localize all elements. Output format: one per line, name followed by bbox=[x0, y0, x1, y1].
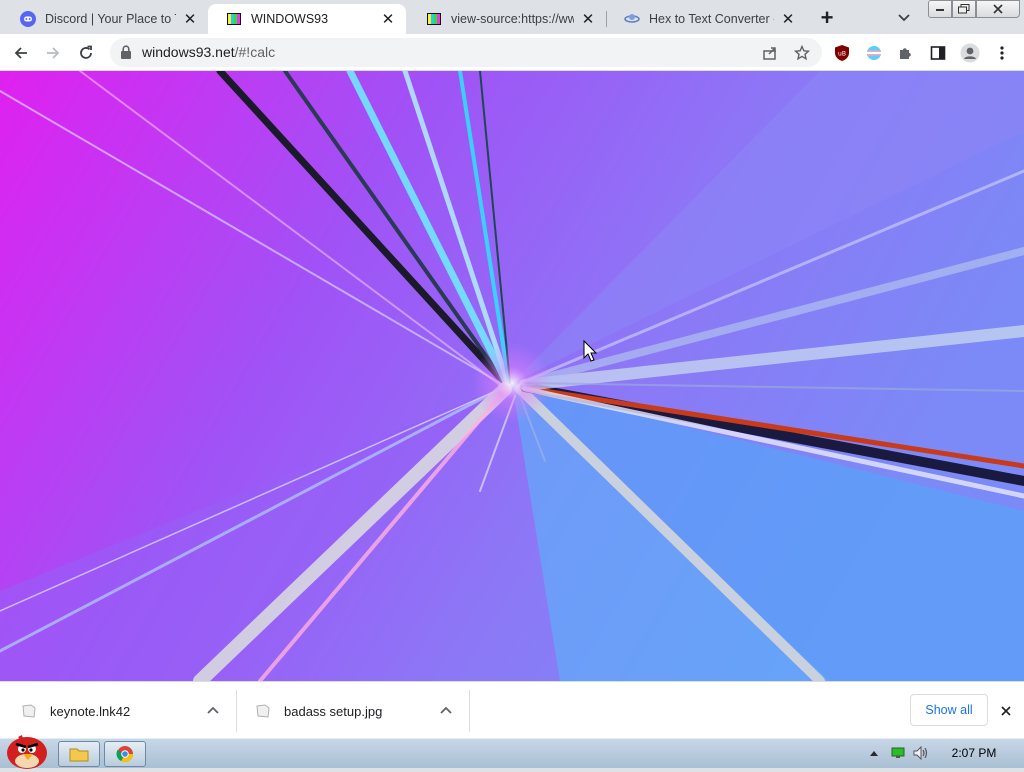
chevron-down-icon bbox=[898, 14, 910, 22]
taskbar: 2:07 PM bbox=[0, 735, 1024, 769]
chevron-up-icon bbox=[207, 706, 219, 714]
hex-converter-icon bbox=[624, 11, 640, 27]
tab-title: Discord | Your Place to Talk and Hang Ou… bbox=[45, 12, 176, 26]
download-options-button[interactable] bbox=[438, 702, 454, 718]
arrow-left-icon bbox=[14, 47, 27, 59]
tab-strip: Discord | Your Place to Talk and Hang Ou… bbox=[0, 0, 1024, 34]
url-text: windows93.net/#!calc bbox=[142, 44, 275, 60]
close-icon[interactable]: ✕ bbox=[182, 11, 198, 27]
back-button[interactable] bbox=[8, 40, 34, 66]
network-icon bbox=[891, 747, 905, 758]
tab-windows93[interactable]: WINDOWS93 ✕ bbox=[208, 4, 406, 34]
puzzle-icon bbox=[900, 48, 911, 59]
close-icon[interactable]: ✕ bbox=[780, 11, 796, 27]
volume-button[interactable] bbox=[912, 746, 930, 760]
close-icon bbox=[993, 4, 1003, 14]
side-panel-button[interactable] bbox=[925, 40, 951, 66]
tab-title: view-source:https://www.windows93.net/ bbox=[451, 12, 574, 26]
show-hidden-icons-button[interactable] bbox=[868, 746, 880, 760]
chrome-icon bbox=[116, 746, 134, 763]
web-page-content[interactable] bbox=[0, 71, 1024, 681]
browser-toolbar: windows93.net/#!calc uB bbox=[0, 34, 1024, 71]
windows93-icon bbox=[426, 11, 442, 27]
svg-text:uB: uB bbox=[838, 51, 846, 58]
folder-icon bbox=[69, 748, 89, 762]
restore-button[interactable] bbox=[952, 0, 976, 18]
download-item[interactable]: badass setup.jpg bbox=[254, 690, 434, 732]
minimize-button[interactable] bbox=[928, 0, 952, 18]
windows93-icon bbox=[226, 11, 242, 27]
download-bar: keynote.lnk42 badass setup.jpg Show all bbox=[0, 681, 1024, 738]
taskbar-chrome-button[interactable] bbox=[104, 741, 146, 767]
file-icon bbox=[254, 703, 272, 719]
chevron-up-icon bbox=[870, 751, 878, 756]
hyperspace-tunnel-graphic[interactable] bbox=[0, 71, 1024, 681]
forward-button[interactable] bbox=[40, 40, 66, 66]
share-icon[interactable] bbox=[760, 43, 780, 63]
close-download-bar-button[interactable] bbox=[996, 701, 1016, 721]
download-item[interactable]: keynote.lnk42 bbox=[20, 690, 220, 732]
ublock-origin-icon: uB bbox=[835, 45, 849, 61]
profile-button[interactable] bbox=[957, 40, 983, 66]
download-filename: keynote.lnk42 bbox=[50, 703, 131, 719]
angry-bird-icon bbox=[7, 735, 47, 769]
file-icon bbox=[20, 703, 38, 719]
tab-search-button[interactable] bbox=[894, 8, 914, 28]
window-close-button[interactable] bbox=[976, 0, 1020, 18]
tab-discord[interactable]: Discord | Your Place to Talk and Hang Ou… bbox=[2, 4, 208, 34]
close-icon bbox=[1001, 706, 1011, 716]
download-filename: badass setup.jpg bbox=[284, 703, 383, 719]
reload-icon bbox=[80, 45, 92, 59]
system-clock[interactable]: 2:07 PM bbox=[940, 746, 1008, 760]
avatar-icon bbox=[960, 43, 980, 63]
chevron-up-icon bbox=[440, 706, 452, 714]
bookmark-star-icon[interactable] bbox=[792, 43, 812, 63]
url-path: /#!calc bbox=[234, 44, 276, 60]
show-all-button[interactable]: Show all bbox=[910, 694, 988, 726]
divider bbox=[236, 690, 237, 732]
menu-button[interactable] bbox=[989, 40, 1015, 66]
minimize-icon bbox=[936, 9, 944, 11]
network-status-button[interactable] bbox=[890, 746, 906, 760]
taskbar-explorer-button[interactable] bbox=[58, 741, 100, 767]
start-button[interactable] bbox=[4, 731, 50, 769]
divider bbox=[469, 690, 470, 732]
address-bar[interactable]: windows93.net/#!calc bbox=[110, 38, 822, 67]
tab-title: WINDOWS93 bbox=[251, 12, 329, 26]
kebab-menu-icon bbox=[1000, 46, 1004, 60]
lock-icon bbox=[120, 45, 132, 62]
reload-button[interactable] bbox=[73, 40, 99, 66]
tab-view-source[interactable]: view-source:https://www.windows93.net/ ✕ bbox=[408, 4, 606, 34]
tab-hex-converter[interactable]: Hex to Text Converter - Tools ✕ bbox=[606, 4, 806, 34]
side-panel-icon bbox=[930, 46, 946, 60]
pride-extension-button[interactable] bbox=[861, 40, 887, 66]
close-icon[interactable]: ✕ bbox=[580, 11, 596, 27]
download-options-button[interactable] bbox=[205, 702, 221, 718]
arrow-right-icon bbox=[47, 47, 60, 59]
flag-icon bbox=[867, 46, 881, 60]
new-tab-button[interactable]: + bbox=[814, 5, 840, 31]
tab-title: Hex to Text Converter - Tools bbox=[649, 12, 774, 26]
speaker-icon bbox=[913, 746, 928, 760]
url-host: windows93.net bbox=[142, 44, 235, 60]
close-icon[interactable]: ✕ bbox=[380, 11, 396, 27]
extensions-button[interactable] bbox=[893, 40, 919, 66]
discord-icon bbox=[20, 11, 36, 27]
restore-icon bbox=[958, 4, 970, 14]
ublock-extension-button[interactable]: uB bbox=[829, 40, 855, 66]
